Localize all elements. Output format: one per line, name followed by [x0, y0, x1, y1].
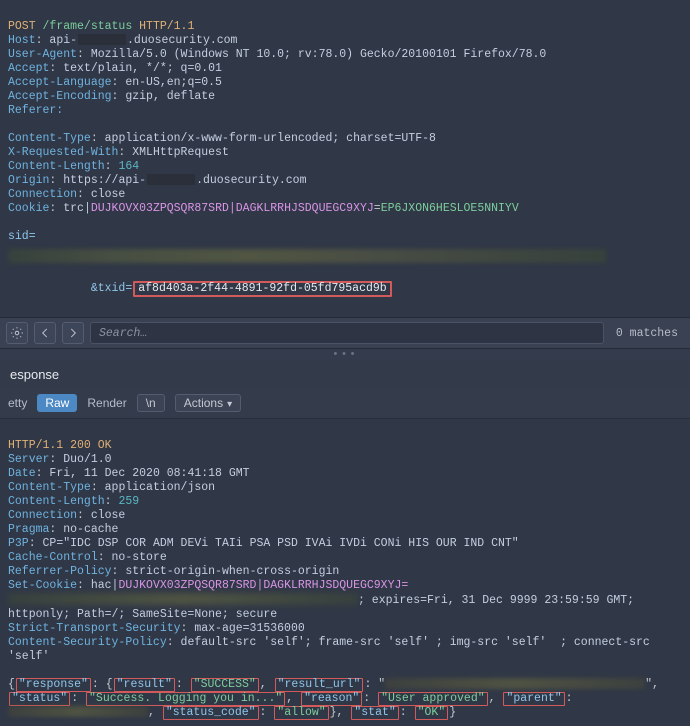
newline-toggle[interactable]: \n — [137, 394, 165, 412]
redacted-host — [78, 34, 126, 45]
response-pane: HTTP/1.1 200 OK Server: Duo/1.0 Date: Fr… — [0, 419, 690, 726]
gear-icon — [10, 326, 24, 340]
redacted-origin — [147, 174, 195, 185]
search-wrap[interactable] — [90, 322, 604, 344]
gear-button[interactable] — [6, 322, 28, 344]
search-toolbar: 0 matches — [0, 317, 690, 349]
param-sid: sid= — [8, 230, 36, 243]
request-pane: POST /frame/status HTTP/1.1 Host: api-.d… — [0, 0, 690, 317]
tab-render[interactable]: Render — [87, 396, 126, 410]
match-count: 0 matches — [610, 327, 684, 340]
drag-handle[interactable]: ••• — [0, 349, 690, 361]
arrow-right-icon — [66, 326, 80, 340]
tab-pretty[interactable]: etty — [8, 396, 27, 410]
status-line: HTTP/1.1 200 OK — [8, 439, 112, 452]
http-proto: HTTP/1.1 — [139, 20, 194, 33]
redacted-result-url — [385, 678, 645, 689]
response-tabs: etty Raw Render \n Actions▾ — [0, 388, 690, 419]
tab-raw[interactable]: Raw — [37, 394, 77, 412]
request-path: /frame/status — [43, 20, 133, 33]
arrow-left-icon — [38, 326, 52, 340]
search-input[interactable] — [99, 327, 595, 340]
redacted-sid-strip — [8, 249, 606, 263]
forward-button[interactable] — [62, 322, 84, 344]
redacted-parent — [8, 706, 148, 717]
response-section-header: esponse — [0, 361, 690, 388]
redacted-cookie-strip — [8, 593, 358, 605]
txid-highlight: af8d403a-2f44-4891-92fd-05fd795acd9b — [133, 281, 391, 297]
chevron-down-icon: ▾ — [227, 399, 232, 410]
back-button[interactable] — [34, 322, 56, 344]
http-method: POST — [8, 20, 36, 33]
actions-menu[interactable]: Actions▾ — [175, 394, 241, 412]
